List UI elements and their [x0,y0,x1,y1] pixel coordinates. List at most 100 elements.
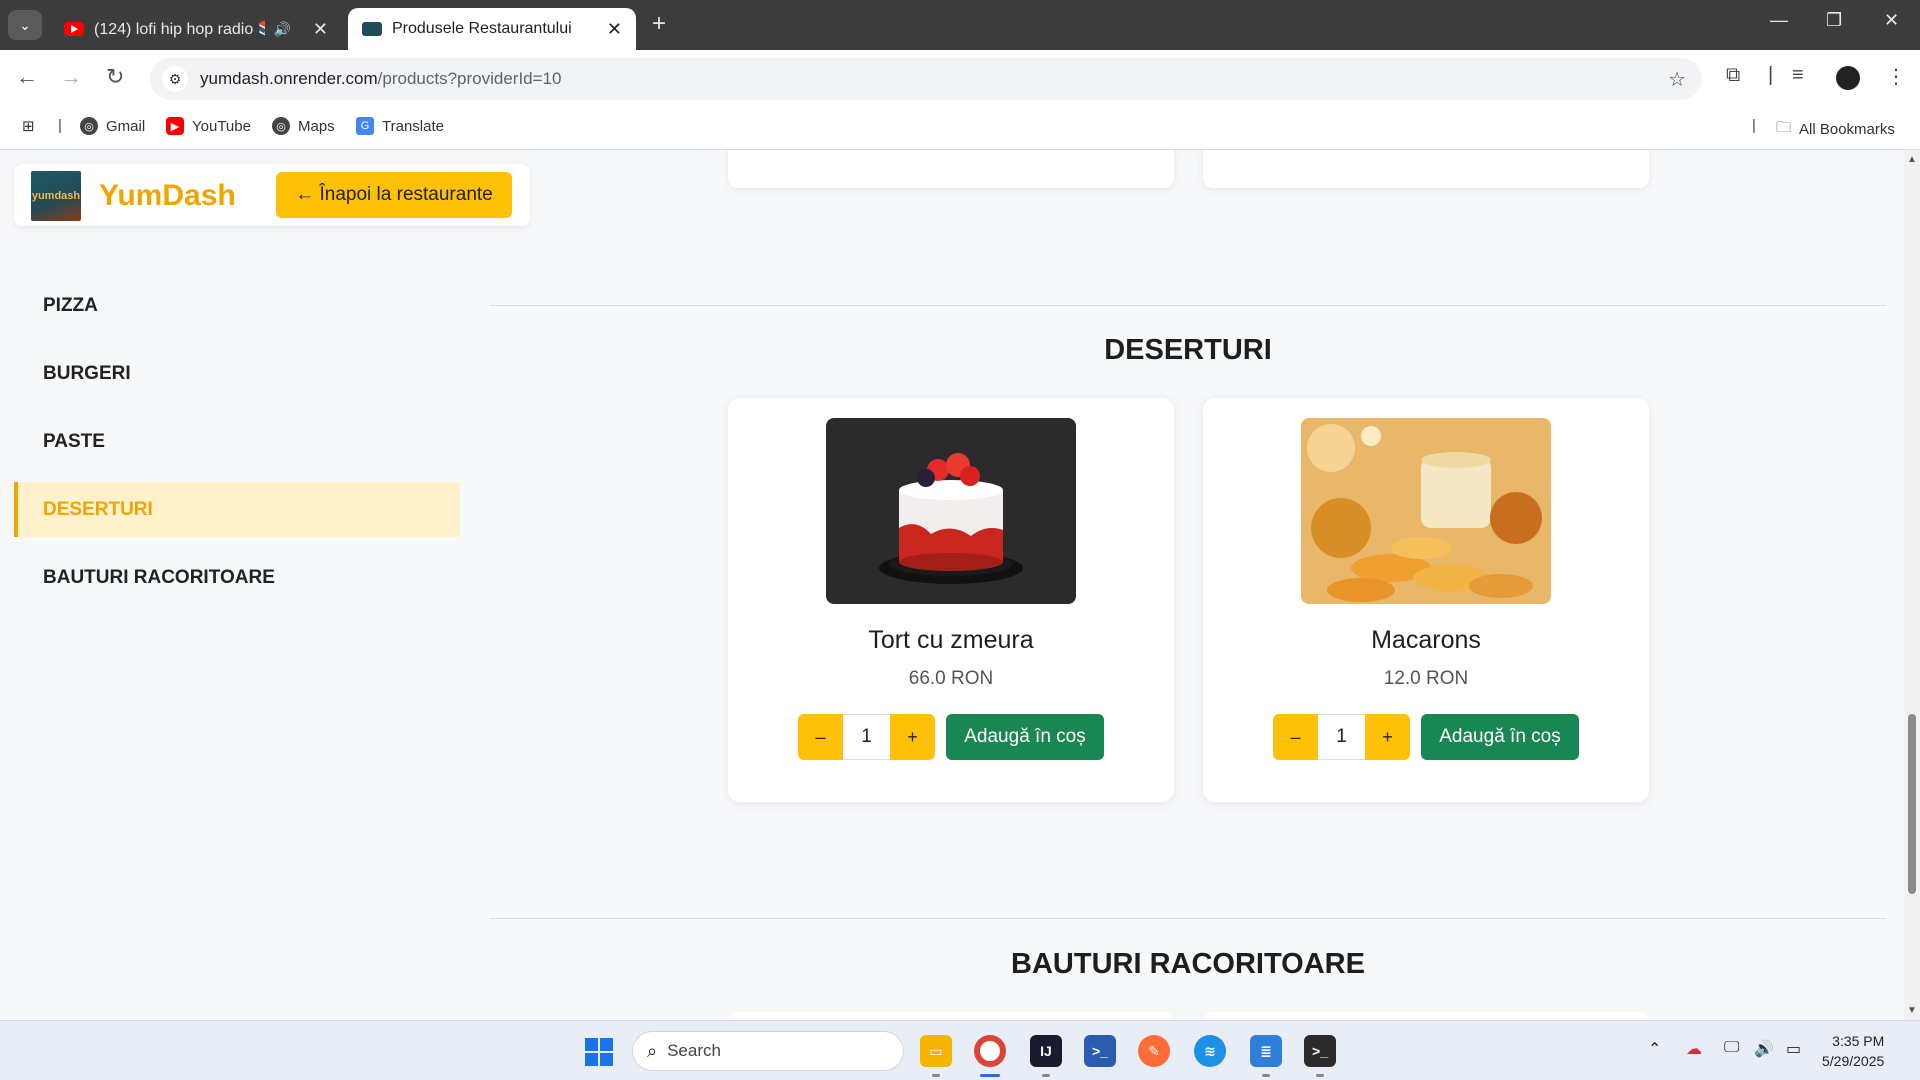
product-card-partial [728,1012,1174,1020]
bookmark-youtube[interactable]: ▶ YouTube [166,117,251,135]
tab-products[interactable]: Produsele Restaurantului ✕ [348,8,636,50]
clock-date: 5/29/2025 [1822,1053,1885,1069]
file-explorer-icon[interactable]: ▭ [920,1035,952,1067]
product-card: Macarons 12.0 RON – 1 + Adaugă în coș [1203,398,1649,802]
chevron-down-icon: ⌄ [19,16,31,33]
section-divider [490,305,1886,306]
sidebar-item-burgeri[interactable]: BURGERI [14,346,460,401]
extensions-icon[interactable]: ⧉ [1726,64,1740,87]
section-divider [490,918,1886,919]
increase-quantity-button[interactable]: + [890,714,935,760]
product-price: 66.0 RON [908,668,994,689]
bookmark-label: Translate [382,117,444,135]
product-price: 12.0 RON [1383,668,1469,689]
folder-icon: 🗀 [1776,119,1792,136]
product-card-partial [728,150,1174,188]
close-icon[interactable]: ✕ [313,19,328,40]
all-bookmarks[interactable]: 🗀 All Bookmarks [1776,117,1895,142]
volume-icon[interactable]: 🔊 [1754,1039,1774,1059]
add-to-cart-button[interactable]: Adaugă în coș [1421,714,1579,760]
decrease-quantity-button[interactable]: – [1273,714,1318,760]
powershell-icon[interactable]: >_ [1084,1035,1116,1067]
search-placeholder: Search [667,1041,721,1060]
yumdash-logo[interactable]: yumdash [31,171,81,221]
notepad-icon[interactable]: ≣ [1250,1035,1282,1067]
tab-title: Produsele Restaurantului [392,20,572,37]
globe-icon: ◎ [272,117,290,135]
decrease-quantity-button[interactable]: – [798,714,843,760]
address-bar[interactable]: ⚙ yumdash.onrender.com/products?provider… [150,58,1702,100]
system-clock[interactable]: 3:35 PM 5/29/2025 [1822,1031,1884,1071]
windows-start-icon[interactable] [585,1038,613,1066]
window-close-button[interactable]: ✕ [1884,10,1899,31]
bookmark-label: Maps [298,117,335,135]
media-control-icon[interactable]: ≡ [1792,64,1804,87]
scroll-down-arrow-icon[interactable]: ▼ [1907,1005,1917,1016]
add-to-cart-button[interactable]: Adaugă în coș [946,714,1104,760]
chrome-icon[interactable] [974,1035,1006,1067]
product-name: Tort cu zmeura [868,626,1034,654]
minimize-button[interactable]: — [1770,10,1788,31]
quantity-stepper: – 1 + [1273,714,1410,760]
onedrive-error-icon[interactable]: ☁ [1686,1039,1702,1059]
scrollbar-thumb[interactable] [1908,714,1916,894]
sidebar-item-paste[interactable]: PASTE [14,414,460,469]
search-icon: ⌕ [647,1040,658,1061]
back-arrow-icon[interactable]: ← [16,64,38,90]
separator: | [1768,64,1774,86]
scroll-up-arrow-icon[interactable]: ▲ [1907,154,1917,165]
terminal-icon[interactable]: >_ [1304,1035,1336,1067]
network-icon[interactable]: 🖵 [1724,1039,1739,1057]
bookmark-gmail[interactable]: ◎ Gmail [80,117,145,135]
url-text: yumdash.onrender.com/products?providerId… [200,69,561,89]
product-image-cake [826,418,1076,604]
bookmark-label: YouTube [192,117,251,135]
category-sidebar: PIZZA BURGERI PASTE DESERTURI BAUTURI RA… [14,278,460,618]
quantity-value[interactable]: 1 [843,714,890,760]
product-card-partial [1203,1012,1649,1020]
product-card-partial [1203,150,1649,188]
sidebar-item-deserturi[interactable]: DESERTURI [14,482,460,537]
speaker-icon[interactable]: 🔊 [273,21,290,38]
bookmark-star-icon[interactable]: ☆ [1668,67,1686,92]
sidebar-item-bauturi[interactable]: BAUTURI RACORITOARE [14,550,460,605]
increase-quantity-button[interactable]: + [1365,714,1410,760]
profile-avatar[interactable] [1836,66,1860,90]
bookmark-translate[interactable]: G Translate [356,117,444,135]
reload-icon[interactable]: ↻ [106,64,124,90]
quantity-value[interactable]: 1 [1318,714,1365,760]
product-name: Macarons [1371,626,1481,654]
logo-text: yumdash [31,190,81,202]
page-content: yumdash YumDash ← Înapoi la restaurante … [0,150,1904,1020]
new-tab-button[interactable]: + [652,10,666,38]
globe-icon: ◎ [80,117,98,135]
close-icon[interactable]: ✕ [607,19,622,40]
header-card: yumdash YumDash ← Înapoi la restaurante [14,164,530,226]
tab-strip: ⌄ (124) lofi hip hop radio 📚 🔊 ✕ Produse… [0,0,1920,50]
battery-icon[interactable]: ▭ [1786,1039,1801,1059]
tab-lofi[interactable]: (124) lofi hip hop radio 📚 🔊 ✕ [50,8,342,50]
windows-taskbar: ⌕ Search ▭ IJ >_ ✎ ≋ ≣ >_ ⌃ ☁ 🖵 🔊 ▭ 3:35… [0,1020,1920,1080]
bookmark-label: Gmail [106,117,146,135]
bookmark-maps[interactable]: ◎ Maps [272,117,335,135]
restore-button[interactable]: ❐ [1826,10,1842,31]
docker-icon[interactable]: ≋ [1194,1035,1226,1067]
forward-arrow-icon[interactable]: → [60,64,82,90]
brand-name: YumDash [99,179,236,212]
menu-icon[interactable]: ⋮ [1886,64,1906,89]
sidebar-item-pizza[interactable]: PIZZA [14,278,460,333]
intellij-icon[interactable]: IJ [1030,1035,1062,1067]
section-title-bauturi: BAUTURI RACORITOARE [1011,948,1365,980]
postman-icon[interactable]: ✎ [1138,1035,1170,1067]
back-to-restaurants-button[interactable]: ← Înapoi la restaurante [276,172,512,218]
tab-search-button[interactable]: ⌄ [8,10,42,40]
chevron-up-icon[interactable]: ⌃ [1648,1039,1661,1059]
tab-title: (124) lofi hip hop radio 📚 [94,21,266,38]
quantity-stepper: – 1 + [798,714,935,760]
app-indicator [980,1074,1000,1077]
apps-grid-icon[interactable]: ⊞ [22,117,35,135]
product-card: Tort cu zmeura 66.0 RON – 1 + Adaugă în … [728,398,1174,802]
taskbar-search[interactable]: ⌕ Search [632,1031,904,1071]
page-scrollbar[interactable]: ▲ ▼ [1904,150,1920,1020]
site-info-icon[interactable]: ⚙ [162,66,188,92]
